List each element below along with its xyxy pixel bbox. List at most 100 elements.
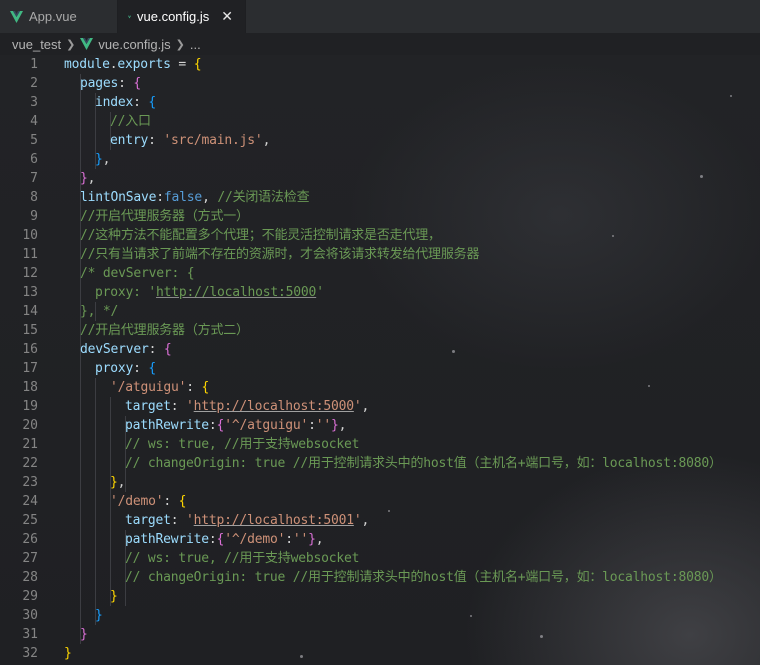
token: proxy <box>95 361 134 376</box>
token: } <box>80 171 88 186</box>
line-number-gutter: 1 2 3 4 5 6 7 8 9 10 11 12 13 14 15 16 1… <box>0 55 52 665</box>
line-number: 6 <box>30 152 38 167</box>
token: , <box>202 190 218 205</box>
token: : <box>170 399 187 414</box>
token[interactable]: http://localhost:5001 <box>194 513 354 528</box>
code-line: } <box>110 587 118 606</box>
line-number: 14 <box>22 304 38 319</box>
line-number: 29 <box>22 589 38 604</box>
code-line: index: { <box>95 93 156 112</box>
code-line: pathRewrite:{'^/atguigu':''}, <box>125 416 346 435</box>
token: proxy: ' <box>95 285 157 300</box>
code-line: } <box>95 606 103 625</box>
breadcrumb-folder[interactable]: vue_test <box>12 37 61 52</box>
token: // changeOrigin: true //用于控制请求头中的host值（主… <box>125 456 722 471</box>
token: pathRewrite <box>125 418 209 433</box>
line-number: 19 <box>22 399 38 414</box>
token: , <box>361 399 370 414</box>
line-number: 9 <box>30 209 38 224</box>
code-line: } <box>80 625 88 644</box>
token: } <box>308 532 316 547</box>
token: exports <box>117 57 171 72</box>
editor-window: App.vue vue.config.js ✕ vue_test ❯ vue.c… <box>0 0 760 665</box>
line-number: 32 <box>22 646 38 661</box>
token: : <box>148 133 164 148</box>
token: : <box>208 418 217 433</box>
code-line: '/demo': { <box>110 492 186 511</box>
token: target <box>125 399 171 414</box>
tab-app-vue[interactable]: App.vue <box>0 0 118 33</box>
code-editor[interactable]: 1 2 3 4 5 6 7 8 9 10 11 12 13 14 15 16 1… <box>0 55 760 665</box>
code-line: }, <box>95 150 110 169</box>
token: //入口 <box>110 114 151 129</box>
line-number: 27 <box>22 551 38 566</box>
token: pages <box>80 76 119 91</box>
line-number: 20 <box>22 418 38 433</box>
code-line: }, <box>110 473 125 492</box>
code-line: target: 'http://localhost:5001', <box>125 511 369 530</box>
code-line: // changeOrigin: true //用于控制请求头中的host值（主… <box>125 454 722 473</box>
token: : <box>133 95 149 110</box>
code-line: }, <box>80 169 95 188</box>
code-line: lintOnSave:false, //关闭语法检查 <box>80 188 310 207</box>
token: { <box>178 494 187 509</box>
token: pathRewrite <box>125 532 209 547</box>
close-icon[interactable]: ✕ <box>221 9 233 25</box>
token: //只有当请求了前端不存在的资源时，才会将该请求转发给代理服务器 <box>80 247 480 262</box>
token: lintOnSave <box>80 190 157 205</box>
indent-guide <box>95 378 96 625</box>
token[interactable]: http://localhost:5000 <box>156 285 316 300</box>
token[interactable]: http://localhost:5000 <box>194 399 354 414</box>
token: '' <box>315 418 331 433</box>
token: '' <box>292 532 309 547</box>
token: , <box>361 513 370 528</box>
token: } <box>64 646 72 661</box>
breadcrumb-symbols[interactable]: ... <box>190 37 201 52</box>
token: { <box>201 380 210 395</box>
line-number: 12 <box>22 266 38 281</box>
chevron-right-icon: ❯ <box>66 37 76 51</box>
tab-vue-config-js[interactable]: vue.config.js ✕ <box>118 0 246 33</box>
token: , <box>102 152 111 167</box>
line-number: 4 <box>30 114 38 129</box>
token: } <box>110 589 118 604</box>
code-line: '/atguigu': { <box>110 378 209 397</box>
line-number: 18 <box>22 380 38 395</box>
line-number: 8 <box>30 190 38 205</box>
token: , <box>87 171 96 186</box>
token: : <box>308 418 316 433</box>
token: module <box>64 57 110 72</box>
code-area[interactable]: module.exports = { pages: { index: { //入… <box>64 55 760 665</box>
token: = <box>170 57 194 72</box>
line-number: 11 <box>22 247 38 262</box>
token: { <box>193 57 202 72</box>
line-number: 31 <box>22 627 38 642</box>
token: , <box>315 532 324 547</box>
token: : <box>156 190 164 205</box>
tab-bar: App.vue vue.config.js ✕ <box>0 0 760 33</box>
code-line: // ws: true, //用于支持websocket <box>125 435 359 454</box>
token: devServer <box>80 342 149 357</box>
token: } <box>331 418 339 433</box>
line-number: 1 <box>30 57 38 72</box>
token: : <box>186 380 202 395</box>
token: : <box>118 76 134 91</box>
code-line: //开启代理服务器（方式二） <box>80 321 249 340</box>
token: : <box>285 532 293 547</box>
breadcrumb-file[interactable]: vue.config.js <box>98 37 170 52</box>
token: /* devServer: { <box>80 266 195 281</box>
chevron-right-icon: ❯ <box>175 37 185 51</box>
line-number: 23 <box>22 475 38 490</box>
token: , <box>338 418 347 433</box>
token: //开启代理服务器（方式二） <box>80 323 249 338</box>
token: { <box>163 342 172 357</box>
token: : <box>148 342 164 357</box>
token: entry <box>110 133 149 148</box>
token: , <box>117 475 126 490</box>
tab-label: App.vue <box>29 9 77 24</box>
code-line: // ws: true, //用于支持websocket <box>125 549 359 568</box>
line-number: 28 <box>22 570 38 585</box>
line-number: 26 <box>22 532 38 547</box>
code-line: pages: { <box>80 74 141 93</box>
token: , <box>262 133 271 148</box>
